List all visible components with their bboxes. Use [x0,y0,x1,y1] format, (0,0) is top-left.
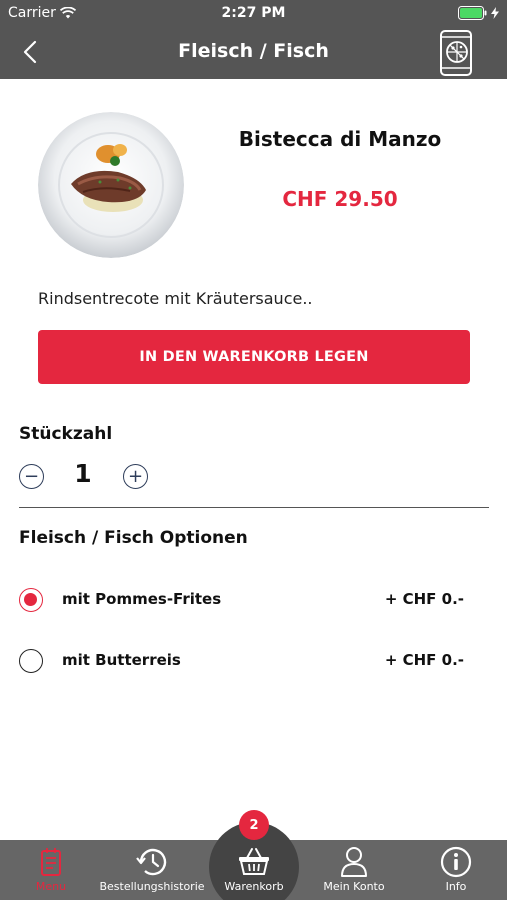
tab-label: Bestellungshistorie [99,880,205,893]
tab-label: Info [445,880,467,893]
option-label: mit Butterreis [62,651,181,669]
option-row-butterreis[interactable]: mit Butterreis + CHF 0.- [19,646,489,676]
option-label: mit Pommes-Frites [62,590,222,608]
quantity-decrease-button[interactable]: − [19,464,44,489]
tab-label: Mein Konto [323,880,385,893]
tab-menu[interactable]: Menu [0,840,102,900]
cart-count-badge: 2 [239,810,269,840]
tab-bestellungshistorie[interactable]: Bestellungshistorie [99,840,205,900]
phone-order-button[interactable] [439,30,475,76]
phone-pizza-icon [440,30,472,76]
option-radio-selected[interactable] [19,588,43,612]
info-icon [439,846,473,878]
option-row-pommes-frites[interactable]: mit Pommes-Frites + CHF 0.- [19,585,489,615]
status-time: 2:27 PM [221,5,286,21]
tab-warenkorb[interactable]: Warenkorb [209,840,299,900]
divider [19,507,489,508]
basket-icon [237,846,271,878]
charging-icon [491,7,499,19]
option-radio[interactable] [19,649,43,673]
battery-icon [458,6,487,20]
product-price: CHF 29.50 [282,187,398,211]
quantity-value: 1 [74,459,92,488]
option-price: + CHF 0.- [384,651,464,669]
quantity-increase-button[interactable]: + [123,464,148,489]
plus-icon: + [127,465,144,487]
tab-info[interactable]: Info [406,840,506,900]
add-to-cart-button[interactable]: IN DEN WARENKORB LEGEN [38,330,470,384]
minus-icon: − [23,465,40,487]
status-bar: Carrier 2:27 PM [0,0,507,26]
quantity-label: Stückzahl [19,424,113,444]
nav-bar: Fleisch / Fisch [0,26,507,79]
product-name: Bistecca di Manzo [238,127,442,151]
option-price: + CHF 0.- [384,590,464,608]
status-right [458,6,499,20]
page-title: Fleisch / Fisch [178,40,329,62]
user-icon [337,846,371,878]
history-icon [135,846,169,878]
menu-book-icon [34,846,68,878]
tab-label: Warenkorb [224,880,284,893]
product-description: Rindsentrecote mit Kräutersauce.. [38,289,313,308]
product-image [38,112,184,258]
tab-mein-konto[interactable]: Mein Konto [304,840,404,900]
tab-label: Menu [35,880,67,893]
options-title: Fleisch / Fisch Optionen [19,528,248,548]
